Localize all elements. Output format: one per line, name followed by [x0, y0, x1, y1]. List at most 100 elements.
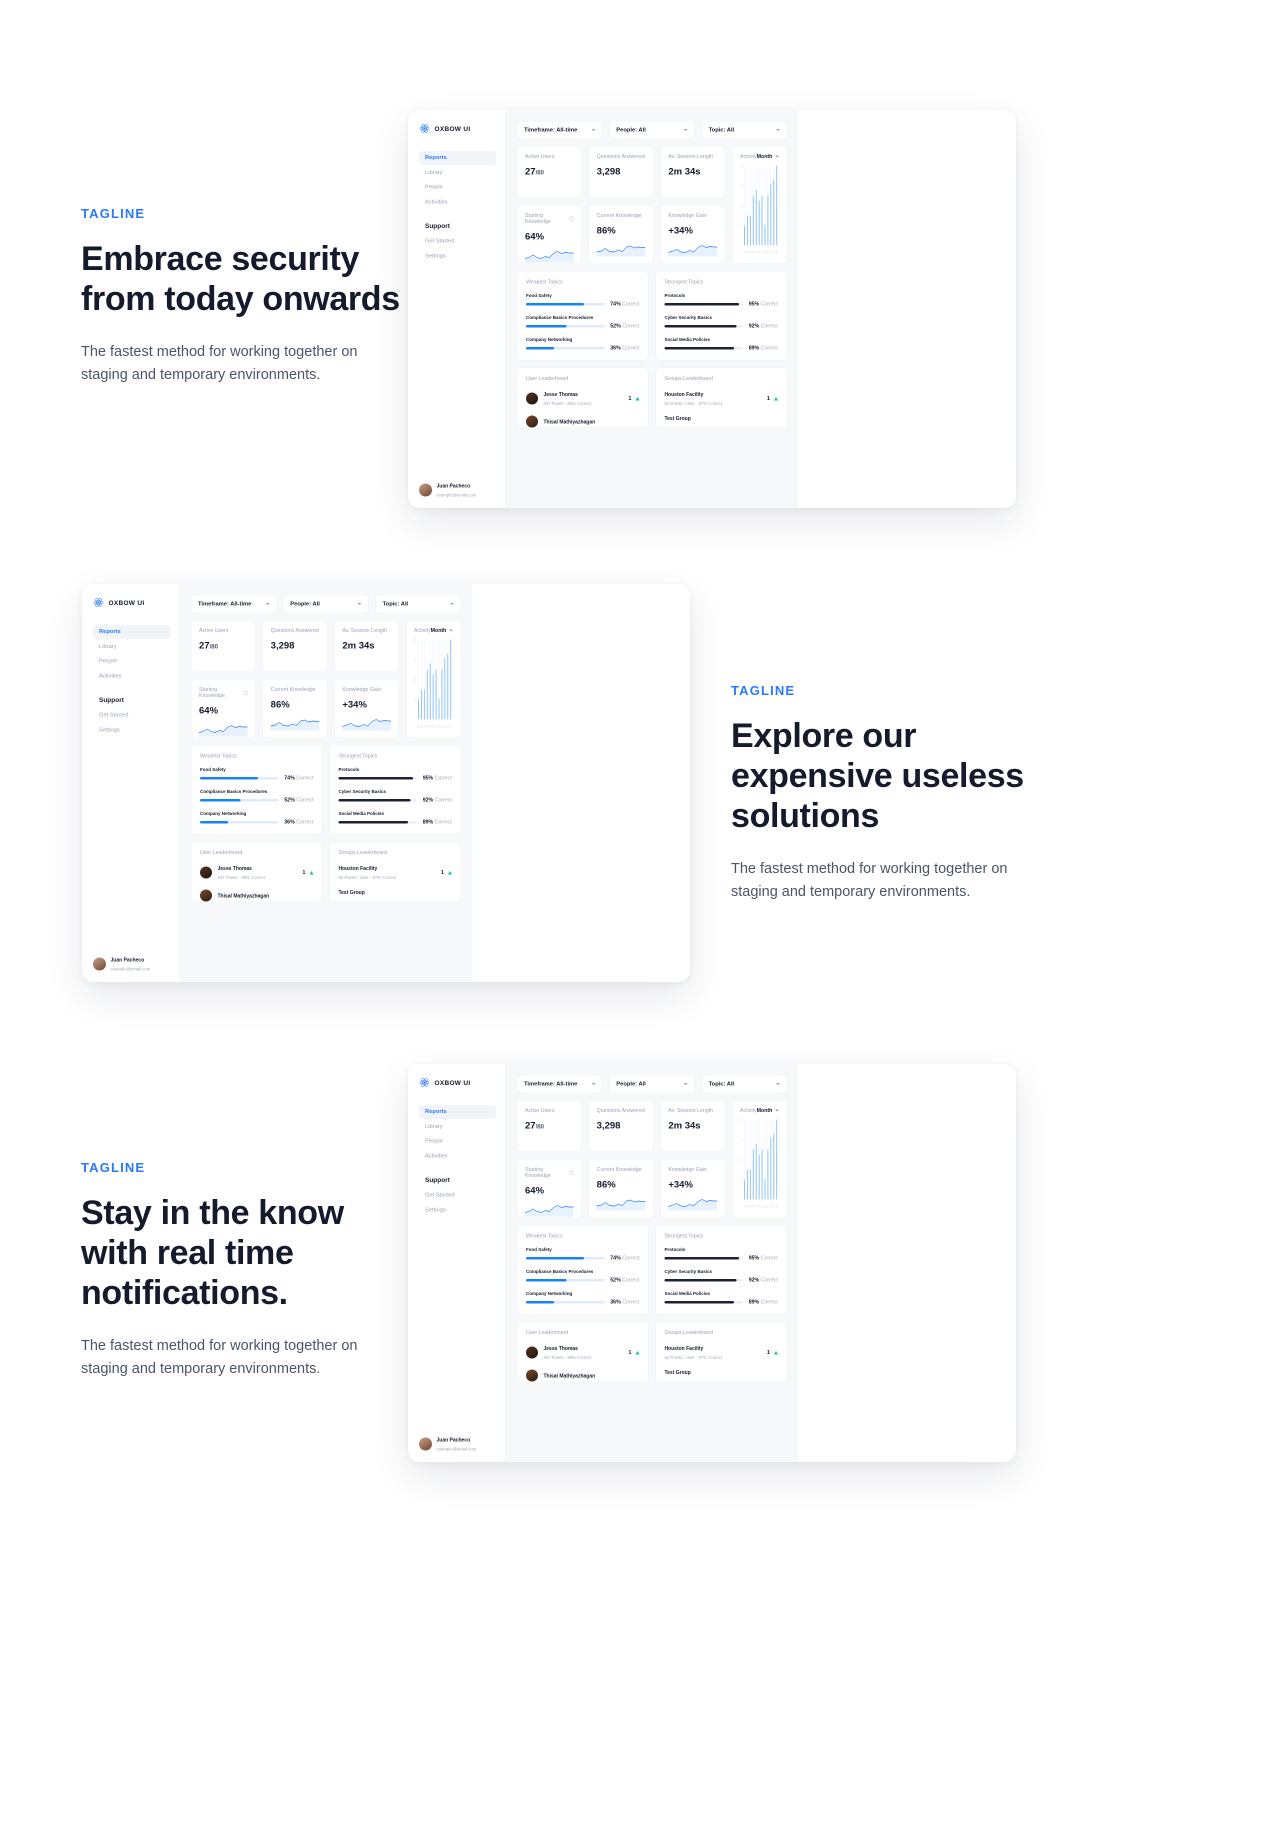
- stat-title: Av. Session Length: [668, 1107, 714, 1114]
- svg-text:JUN: JUN: [432, 726, 433, 729]
- filter-people[interactable]: People: All: [609, 1075, 695, 1093]
- filter-topic[interactable]: Topic: All: [375, 595, 461, 613]
- sidebar-profile[interactable]: Juan Pacheco example@email.com: [419, 474, 497, 499]
- sidebar-item-settings[interactable]: Settings: [419, 1203, 497, 1217]
- leaderboard-row[interactable]: Houston Facility 52 Points / User · 97% …: [664, 1344, 778, 1362]
- groups-leaderboard-card: Groups Leaderboard Houston Facility 52 P…: [329, 841, 461, 902]
- avatar: [526, 415, 538, 428]
- sidebar-item-library[interactable]: Library: [419, 166, 497, 180]
- leaderboard-row[interactable]: Jesse Thomas 637 Points · 98% Correct 1: [200, 864, 314, 882]
- svg-text:FEB: FEB: [421, 726, 422, 729]
- svg-text:NOV: NOV: [447, 726, 448, 729]
- stat-title: Active Users: [525, 153, 555, 160]
- topic-bar-row: 36% Correct: [526, 345, 639, 351]
- leaderboard-name: Jesse Thomas: [217, 866, 252, 872]
- leaderboard-row[interactable]: Thisal Mathiyazhagan: [526, 1369, 639, 1382]
- info-icon[interactable]: i: [569, 216, 574, 221]
- leaderboard-rank-group: 1: [302, 870, 314, 876]
- info-icon[interactable]: i: [569, 1170, 574, 1175]
- groups-leaderboard-title: Groups Leaderboard: [338, 849, 387, 856]
- leaderboard-meta: 637 Points · 98% Correct: [543, 1355, 591, 1360]
- leaderboard-name: Jesse Thomas: [543, 392, 578, 398]
- sidebar-item-library[interactable]: Library: [93, 640, 171, 654]
- sidebar-item-activities[interactable]: Activities: [419, 195, 497, 209]
- progress-fill: [200, 798, 241, 802]
- leaderboard-name: Houston Facility: [338, 866, 378, 872]
- chevron-down-icon: [449, 603, 454, 605]
- brand[interactable]: OXBOW UI: [93, 597, 171, 608]
- info-icon[interactable]: i: [243, 690, 248, 695]
- activity-range-select[interactable]: Month: [757, 1108, 779, 1114]
- activity-chart: 0 100 200 300 400 JAN FEB MAR APR MAY JUN JUL AUG SEP…: [740, 1117, 779, 1211]
- sidebar-item-reports[interactable]: Reports: [93, 625, 171, 639]
- sidebar-item-activities[interactable]: Activities: [93, 669, 171, 683]
- sidebar-item-people[interactable]: People: [419, 181, 497, 195]
- sidebar-item-people[interactable]: People: [93, 655, 171, 669]
- filter-people-label: People: All: [616, 1081, 646, 1087]
- filter-timeframe[interactable]: Timeframe: All-time: [517, 1075, 603, 1093]
- activity-range-select[interactable]: Month: [757, 154, 779, 160]
- leaderboard-row[interactable]: Jesse Thomas 637 Points · 98% Correct 1: [526, 390, 640, 408]
- topic-item: Company Networking 36% Correct: [526, 337, 639, 351]
- svg-text:JUN: JUN: [758, 252, 759, 255]
- leaderboard-rank: 1: [766, 1349, 770, 1356]
- topics-row: Weakest Topics Food Safety 74% Correct C…: [517, 271, 787, 361]
- leaderboard-row[interactable]: Houston Facility 52 Points / User · 97% …: [664, 390, 778, 408]
- dashboard-preview-2[interactable]: OXBOW UI Reports Library People Activiti…: [82, 584, 690, 982]
- filter-topic[interactable]: Topic: All: [701, 121, 787, 139]
- dashboard-preview-3[interactable]: OXBOW UI Reports Library People Activiti…: [408, 1064, 1016, 1462]
- svg-text:0: 0: [742, 1198, 743, 1202]
- sidebar-item-get-started[interactable]: Get Started: [93, 709, 171, 723]
- sidebar-item-settings[interactable]: Settings: [93, 723, 171, 737]
- svg-text:AUG: AUG: [438, 725, 439, 729]
- stat-card-questions-answered: Questions Answered 3,298: [588, 1100, 654, 1152]
- kpi-and-activity-row: Active Users 27/80 Questions Answered 3,…: [517, 146, 787, 264]
- topic-item: Compliance Basics Procedures 52% Correct: [526, 315, 639, 329]
- leaderboard-row[interactable]: Jesse Thomas 637 Points · 98% Correct 1: [526, 1344, 640, 1362]
- leaderboard-row[interactable]: Thisal Mathiyazhagan: [200, 889, 313, 902]
- topic-value: 89% Correct: [422, 819, 452, 825]
- sidebar-item-settings[interactable]: Settings: [419, 249, 497, 263]
- filter-topic[interactable]: Topic: All: [701, 1075, 787, 1093]
- filter-bar: Timeframe: All-time People: All Topic: A…: [517, 1075, 787, 1093]
- filter-timeframe[interactable]: Timeframe: All-time: [191, 595, 277, 613]
- sidebar-item-get-started[interactable]: Get Started: [419, 1189, 497, 1203]
- leaderboard-row[interactable]: Thisal Mathiyazhagan: [526, 415, 639, 428]
- sidebar-item-people[interactable]: People: [419, 1135, 497, 1149]
- filter-timeframe[interactable]: Timeframe: All-time: [517, 121, 603, 139]
- dashboard-preview-1[interactable]: OXBOW UI Reports Library People Activiti…: [408, 110, 1016, 508]
- brand[interactable]: OXBOW UI: [419, 123, 497, 134]
- sidebar-item-reports[interactable]: Reports: [419, 1105, 497, 1119]
- sidebar-item-library[interactable]: Library: [419, 1120, 497, 1134]
- filter-people[interactable]: People: All: [283, 595, 369, 613]
- sidebar-profile[interactable]: Juan Pacheco example@email.com: [93, 948, 171, 973]
- brand[interactable]: OXBOW UI: [419, 1077, 497, 1088]
- topic-bar-row: 36% Correct: [526, 1299, 639, 1305]
- leaderboard-row[interactable]: Test Group: [338, 890, 451, 897]
- sidebar-item-activities[interactable]: Activities: [419, 1149, 497, 1163]
- stat-title: Active Users: [199, 627, 229, 634]
- leaderboard-row[interactable]: Houston Facility 52 Points / User · 97% …: [338, 864, 452, 882]
- stat-title: Questions Answered: [596, 153, 645, 160]
- progress-track: [338, 776, 417, 780]
- knowledge-title: Starting Knowledge i: [525, 212, 574, 225]
- sidebar-profile[interactable]: Juan Pacheco example@email.com: [419, 1428, 497, 1453]
- main-content: Timeframe: All-time People: All Topic: A…: [506, 110, 798, 508]
- stat-title: Av. Session Length: [342, 627, 388, 634]
- filter-timeframe-label: Timeframe: All-time: [524, 127, 578, 133]
- topic-bar-row: 92% Correct: [664, 323, 778, 329]
- activity-range-select[interactable]: Month: [431, 628, 453, 634]
- avatar: [93, 957, 106, 971]
- leaderboard-row[interactable]: Test Group: [664, 416, 777, 423]
- leaderboard-row[interactable]: Test Group: [664, 1370, 777, 1377]
- sidebar-item-get-started[interactable]: Get Started: [419, 235, 497, 249]
- topic-label: Protocols: [664, 1247, 686, 1252]
- filter-people[interactable]: People: All: [609, 121, 695, 139]
- topic-value: 74% Correct: [284, 775, 314, 781]
- knowledge-row: Starting Knowledge i 64% Current Knowled…: [191, 679, 399, 738]
- topic-value: 52% Correct: [284, 797, 314, 803]
- sidebar-item-reports[interactable]: Reports: [419, 151, 497, 165]
- stat-value: 2m 34s: [342, 640, 375, 652]
- profile-name: Juan Pacheco: [436, 483, 471, 490]
- main-content: Timeframe: All-time People: All Topic: A…: [180, 584, 472, 982]
